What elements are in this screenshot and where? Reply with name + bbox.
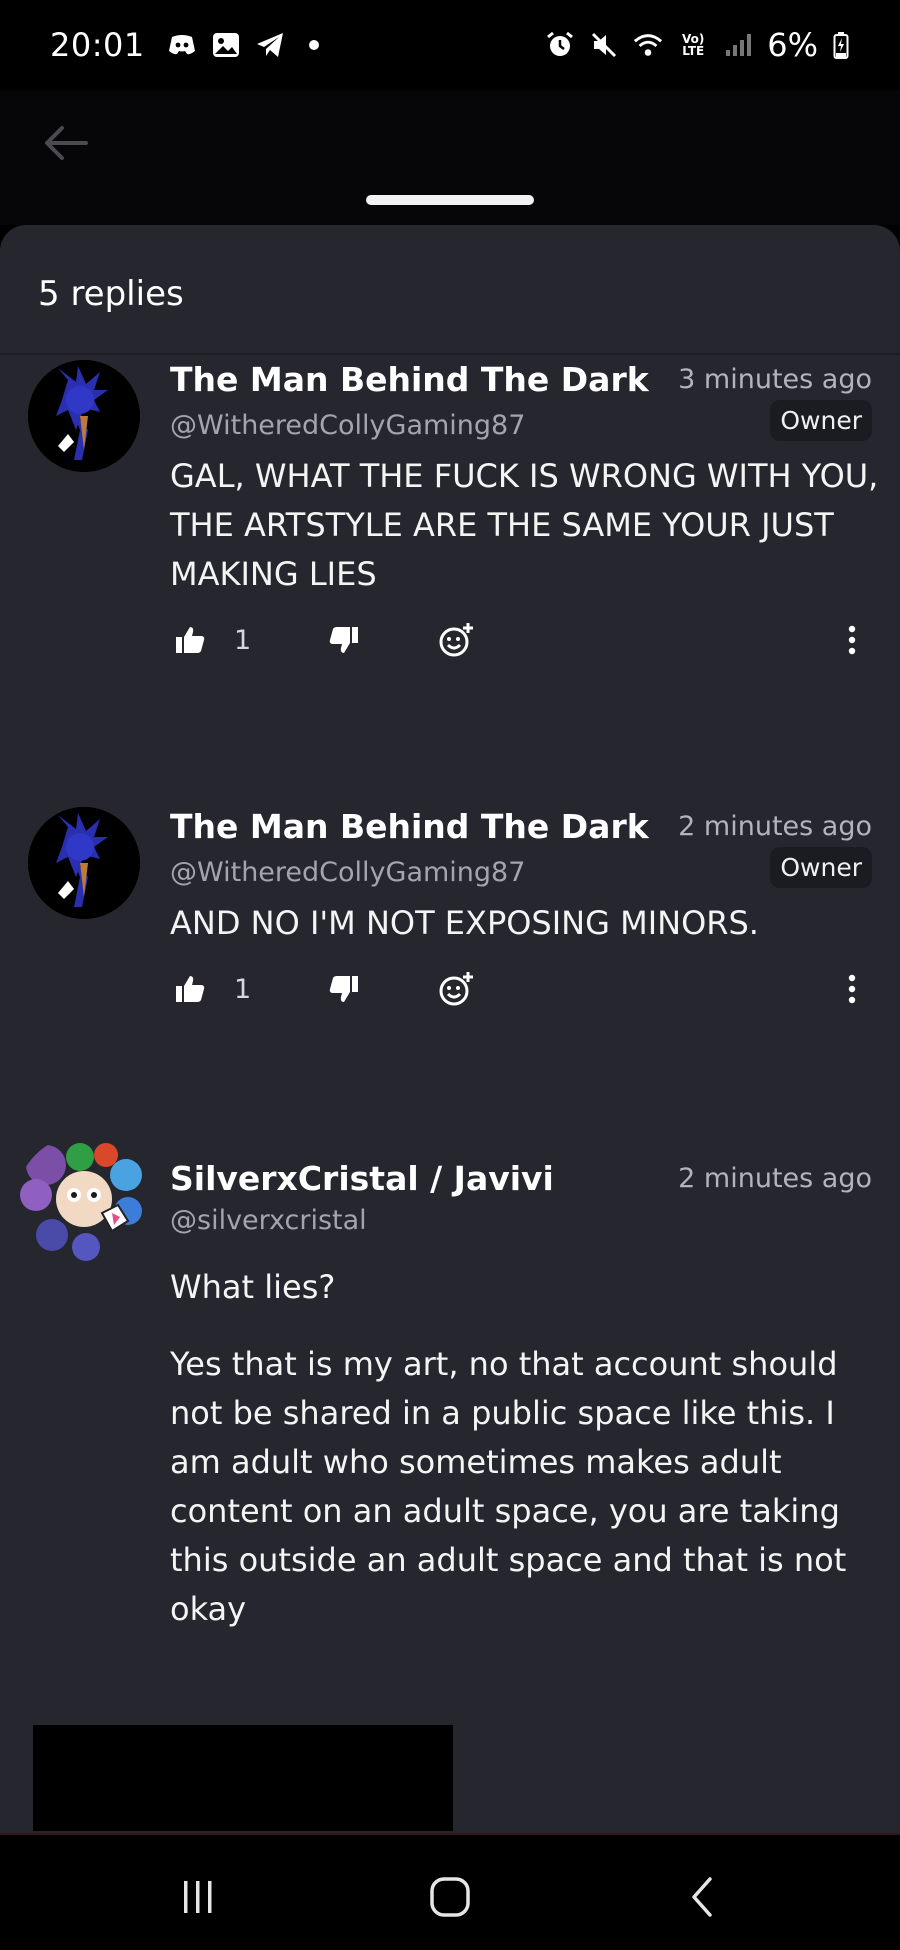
recent-apps-icon[interactable] <box>168 1867 228 1927</box>
dislike-button[interactable] <box>324 620 364 660</box>
wifi-icon <box>633 30 663 60</box>
dot-icon <box>299 30 329 60</box>
battery-percent: 6% <box>767 26 818 64</box>
comment-author[interactable]: The Man Behind The Dark <box>170 807 649 846</box>
avatar[interactable] <box>28 360 140 472</box>
owner-badge: Owner <box>770 400 872 441</box>
owner-badge: Owner <box>770 847 872 888</box>
like-count: 1 <box>234 973 252 1005</box>
comment-item: SilverxCristal / Javivi 2 minutes ago @s… <box>0 1135 900 1715</box>
comment-author[interactable]: The Man Behind The Dark <box>170 360 649 399</box>
status-bar: 20:01 Vo) LTE 6% <box>0 0 900 90</box>
avatar[interactable] <box>16 1135 150 1269</box>
more-options-icon[interactable] <box>832 969 872 1009</box>
mute-icon <box>589 30 619 60</box>
battery-charging-icon <box>832 30 850 60</box>
sheet-header: 5 replies <box>0 225 900 355</box>
comment-timestamp: 2 minutes ago <box>678 1163 872 1194</box>
redacted-block <box>33 1725 453 1831</box>
add-reaction-icon[interactable] <box>436 620 476 660</box>
more-options-icon[interactable] <box>832 620 872 660</box>
comment-handle[interactable]: @WitheredCollyGaming87 <box>170 410 525 441</box>
comment-timestamp: 3 minutes ago <box>678 364 872 395</box>
comment-author[interactable]: SilverxCristal / Javivi <box>170 1159 554 1198</box>
back-arrow-icon[interactable] <box>38 115 94 171</box>
home-icon[interactable] <box>420 1867 480 1927</box>
replies-sheet: 5 replies The Man Behind The Dark 3 minu… <box>0 225 900 1715</box>
alarm-icon <box>545 30 575 60</box>
like-button[interactable] <box>170 620 210 660</box>
avatar[interactable] <box>28 807 140 919</box>
gallery-icon <box>211 30 241 60</box>
back-icon[interactable] <box>672 1867 732 1927</box>
like-count: 1 <box>234 624 252 656</box>
sheet-drag-handle[interactable] <box>366 195 534 205</box>
status-time: 20:01 <box>50 26 145 64</box>
like-button[interactable] <box>170 969 210 1009</box>
comment-item: The Man Behind The Dark 2 minutes ago @W… <box>0 807 900 1107</box>
comment-actions: 1 <box>170 615 872 665</box>
comment-timestamp: 2 minutes ago <box>678 811 872 842</box>
add-reaction-icon[interactable] <box>436 969 476 1009</box>
bottom-strip <box>0 1715 900 1835</box>
telegram-icon <box>255 30 285 60</box>
comment-actions: 1 <box>170 964 872 1014</box>
comment-text: GAL, WHAT THE FUCK IS WRONG WITH YOU, TH… <box>170 457 879 593</box>
comment-text: AND NO I'M NOT EXPOSING MINORS. <box>170 904 759 942</box>
volte-icon: Vo) LTE <box>682 32 705 58</box>
signal-icon <box>723 30 753 60</box>
top-app-bar <box>0 90 900 225</box>
discord-icon <box>167 30 197 60</box>
dislike-button[interactable] <box>324 969 364 1009</box>
navigation-bar <box>0 1837 900 1950</box>
comment-text: What lies? Yes that is my art, no that a… <box>170 1268 847 1628</box>
replies-count: 5 replies <box>38 274 184 314</box>
comment-handle[interactable]: @WitheredCollyGaming87 <box>170 857 525 888</box>
comment-handle[interactable]: @silverxcristal <box>170 1205 367 1236</box>
comment-item: The Man Behind The Dark 3 minutes ago @W… <box>0 360 900 800</box>
